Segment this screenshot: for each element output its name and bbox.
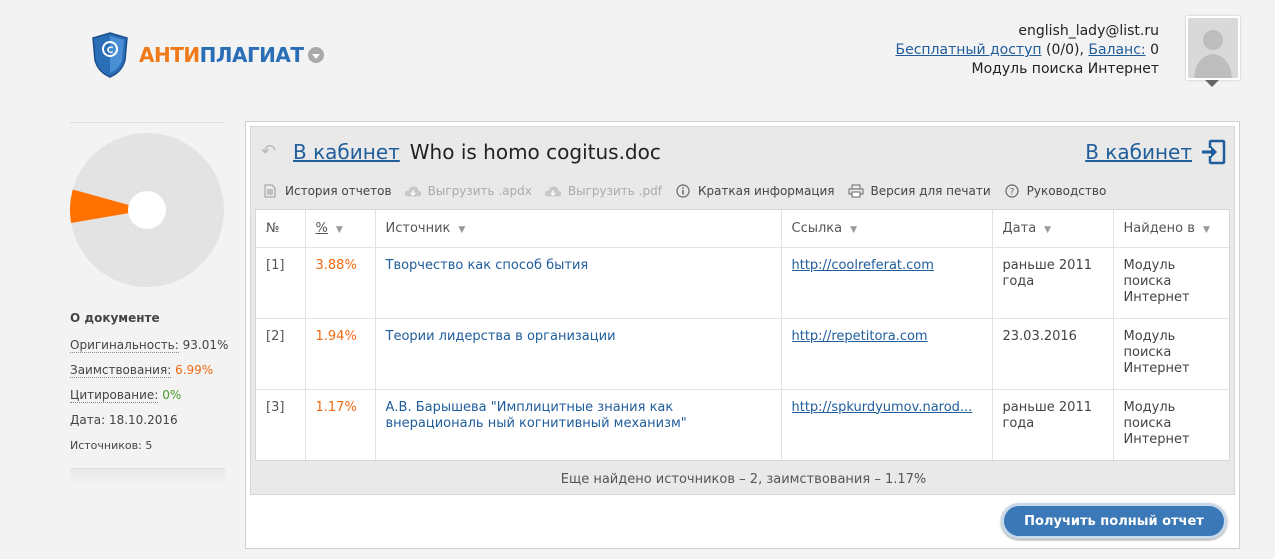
svg-text:C: C [107,46,114,56]
source-title[interactable]: Творчество как способ бытия [375,247,782,319]
user-info: english_lady@list.ru Бесплатный доступ (… [895,22,1159,79]
back-to-cabinet-link[interactable]: В кабинет [293,140,400,164]
date-row: Дата: 18.10.2016 [70,413,178,427]
table-row: [3] 1.17% А.В. Барышева "Имплицитные зна… [256,389,1229,460]
pie-hole [128,191,166,229]
shield-logo-icon: C [92,32,128,78]
source-title[interactable]: А.В. Барышева "Имплицитные знания как вн… [375,389,782,460]
cite-row: Цитирование: 0% [70,388,182,403]
export-pdf-button[interactable]: Выгрузить .pdf [544,183,662,199]
svg-text:?: ? [1009,188,1014,198]
brief-info-button[interactable]: Краткая информация [674,183,835,199]
sidebar-bottom-bar [70,468,225,486]
avatar-menu-arrow-icon[interactable] [1205,80,1219,87]
sort-arrow-icon: ▼ [1202,224,1210,235]
document-info: О документе Оригинальность: 93.01% Заимс… [70,311,230,458]
source-link[interactable]: http://spkurdyumov.narod... [792,400,982,416]
source-link[interactable]: http://repetitora.com [792,329,982,345]
toolbar: История отчетов Выгрузить .apdx Выгрузит… [261,181,1118,201]
brand-name: АНТИПЛАГИАТ [139,43,304,67]
source-title[interactable]: Теории лидерства в организации [375,318,782,390]
file-name: Who is homo cogitus.doc [409,140,661,164]
more-sources-text: Еще найдено источников – 2, заимствовани… [560,472,927,487]
user-silhouette-icon [1194,30,1232,78]
print-version-button[interactable]: Версия для печати [847,183,991,199]
sources-row: Источников: 5 [70,439,153,452]
guide-button[interactable]: ? Руководство [1003,183,1106,199]
source-link[interactable]: http://coolreferat.com [792,258,982,274]
search-module: Модуль поиска Интернет [971,61,1159,77]
originality-row: Оригинальность: 93.01% [70,338,229,353]
history-button[interactable]: История отчетов [261,183,392,199]
info-icon [674,183,692,199]
borrow-row: Заимствования: 6.99% [70,363,214,378]
logo[interactable]: C АНТИПЛАГИАТ [91,32,324,78]
report-inner: ↶ В кабинет Who is homo cogitus.doc В ка… [250,126,1235,495]
back-arrow-icon[interactable]: ↶ [261,143,283,161]
sidebar: О документе Оригинальность: 93.01% Заимс… [70,122,228,486]
cloud-download-icon [544,183,562,199]
table-row: [2] 1.94% Теории лидерства в организации… [256,318,1229,390]
free-access-link[interactable]: Бесплатный доступ [895,42,1041,58]
free-access-value: (0/0), [1045,42,1084,58]
sources-table: № % ▼ Источник ▼ Ссылка ▼ Дата ▼ Найдено в ▼ … [255,209,1230,461]
table-header-row: № % ▼ Источник ▼ Ссылка ▼ Дата ▼ Найдено в ▼ [256,210,1229,248]
col-num: № [256,210,306,248]
document-info-title: О документе [70,311,160,325]
report-header: ↶ В кабинет Who is homo cogitus.doc В ка… [261,137,1226,167]
export-apdx-button[interactable]: Выгрузить .apdx [404,183,532,199]
col-link[interactable]: Ссылка ▼ [781,210,993,248]
sort-arrow-icon: ▼ [850,224,858,235]
user-email: english_lady@list.ru [1018,23,1159,39]
cloud-download-icon [404,183,422,199]
report-panel: ↶ В кабинет Who is homo cogitus.doc В ка… [245,121,1240,549]
balance-link[interactable]: Баланс: [1088,42,1145,58]
cabinet-link[interactable]: В кабинет [1085,140,1192,164]
table-row: [1] 3.88% Творчество как способ бытия ht… [256,247,1229,319]
avatar[interactable] [1186,16,1240,80]
question-icon: ? [1003,183,1021,199]
exit-icon[interactable] [1200,139,1226,165]
chevron-down-icon[interactable] [307,47,324,63]
originality-pie-chart [70,133,224,287]
col-pct[interactable]: % ▼ [305,210,376,248]
sort-arrow-icon: ▼ [335,224,343,235]
col-found[interactable]: Найдено в ▼ [1113,210,1229,248]
col-source[interactable]: Источник ▼ [375,210,782,248]
balance-value: 0 [1150,42,1159,58]
col-date[interactable]: Дата ▼ [992,210,1114,248]
document-icon [261,183,279,199]
sort-arrow-icon: ▼ [1044,224,1052,235]
sort-arrow-icon: ▼ [458,224,466,235]
printer-icon [847,183,865,199]
get-full-report-button[interactable]: Получить полный отчет [1001,503,1227,539]
